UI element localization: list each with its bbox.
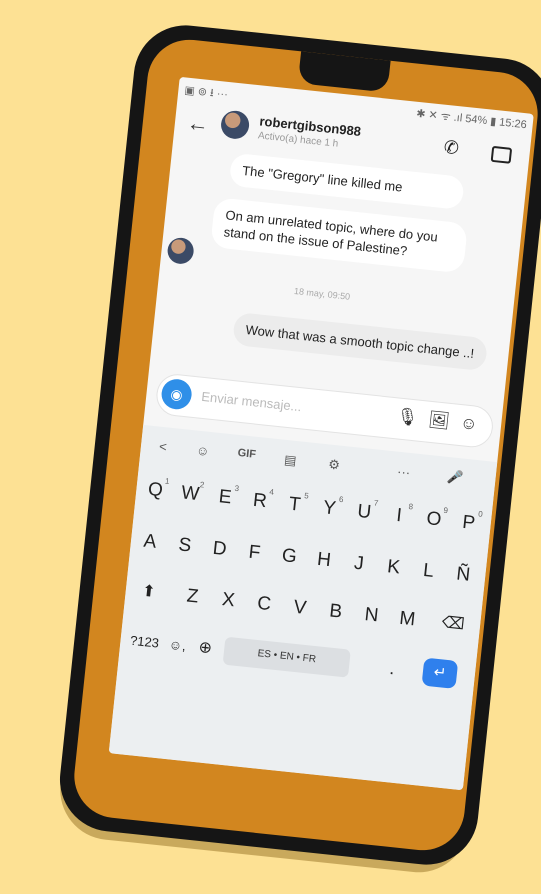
message-bubble-received[interactable]: On am unrelated topic, where do you stan…	[210, 197, 469, 274]
avatar[interactable]	[219, 109, 251, 141]
phone-frame: ▣ ⊚ ⭳ ··· ✱ ✕ ᯤ .ıl 54% ▮ 15:26 ← robert…	[54, 20, 541, 870]
message-timestamp: 18 may, 09:50	[293, 285, 351, 302]
key-l[interactable]: L	[412, 554, 445, 589]
back-arrow-icon[interactable]: ←	[186, 110, 210, 138]
symbols-key[interactable]: ?123	[125, 626, 164, 658]
key-u[interactable]: U7	[348, 495, 381, 530]
shift-icon[interactable]: ⬆	[132, 575, 165, 610]
key-h[interactable]: H	[307, 543, 340, 578]
enter-icon[interactable]: ↵	[421, 657, 459, 689]
key-q[interactable]: Q1	[139, 473, 172, 508]
key-v[interactable]: V	[283, 591, 316, 626]
globe-icon[interactable]: ⊕	[191, 633, 220, 664]
phone-notch	[297, 51, 391, 93]
sticker-icon[interactable]: ☺	[459, 413, 478, 435]
message-bubble-sent[interactable]: Wow that was a smooth topic change ..!	[232, 311, 489, 372]
key-g[interactable]: G	[273, 539, 306, 574]
space-bar[interactable]: ES • EN • FR	[222, 636, 351, 678]
phone-case: ▣ ⊚ ⭳ ··· ✱ ✕ ᯤ .ıl 54% ▮ 15:26 ← robert…	[70, 35, 541, 855]
key-p[interactable]: P0	[452, 506, 485, 541]
key-o[interactable]: O9	[417, 502, 450, 537]
gallery-icon[interactable]: 🖼	[427, 410, 450, 432]
avatar	[166, 236, 195, 266]
on-screen-keyboard: < ☺ GIF ▤ ⚙ ··· 🎤 Q1 W2 E3 R4 T5 Y 6 U 7…	[108, 424, 498, 791]
video-call-icon[interactable]	[490, 145, 513, 164]
key-f[interactable]: F	[238, 536, 271, 571]
sender-avatar	[160, 234, 200, 274]
backspace-icon[interactable]: ⌫	[436, 607, 469, 642]
key-e[interactable]: E3	[208, 480, 241, 515]
key-n[interactable]: N	[355, 598, 388, 633]
key-x[interactable]: X	[212, 583, 245, 618]
key-d[interactable]: D	[203, 532, 236, 567]
key-z[interactable]: Z	[176, 579, 209, 614]
key-n-tilde[interactable]: Ñ	[447, 558, 480, 593]
phone-icon[interactable]: ✆	[443, 137, 460, 159]
key-y[interactable]: Y6	[313, 491, 346, 526]
key-s[interactable]: S	[168, 528, 201, 563]
voice-input-icon[interactable]: 🎤	[441, 468, 471, 487]
key-c[interactable]: C	[248, 587, 281, 622]
key-k[interactable]: K	[377, 550, 410, 585]
key-w[interactable]: W2	[174, 477, 207, 512]
phone-screen: ▣ ⊚ ⭳ ··· ✱ ✕ ᯤ .ıl 54% ▮ 15:26 ← robert…	[108, 76, 534, 791]
key-m[interactable]: M	[391, 602, 424, 637]
message-input[interactable]	[198, 387, 374, 423]
key-j[interactable]: J	[342, 547, 375, 582]
settings-gear-icon[interactable]: ⚙	[319, 456, 349, 475]
clipboard-icon[interactable]: ▤	[276, 451, 306, 470]
key-r[interactable]: R4	[243, 484, 276, 519]
gif-button[interactable]: GIF	[232, 446, 261, 461]
key-i[interactable]: I8	[382, 499, 415, 534]
comma-key[interactable]: ☺,	[163, 630, 192, 661]
microphone-icon[interactable]: 🎙	[395, 406, 419, 428]
period-key[interactable]: .	[378, 653, 407, 684]
more-options-icon[interactable]: ···	[389, 463, 418, 481]
key-t[interactable]: T5	[278, 488, 311, 523]
key-b[interactable]: B	[319, 595, 352, 630]
scene: ▣ ⊚ ⭳ ··· ✱ ✕ ᯤ .ıl 54% ▮ 15:26 ← robert…	[0, 0, 541, 894]
camera-icon[interactable]: ◉	[160, 377, 194, 411]
keyboard-collapse-icon[interactable]: <	[148, 438, 177, 456]
key-a[interactable]: A	[133, 525, 166, 560]
emoji-icon[interactable]: ☺	[188, 442, 217, 460]
